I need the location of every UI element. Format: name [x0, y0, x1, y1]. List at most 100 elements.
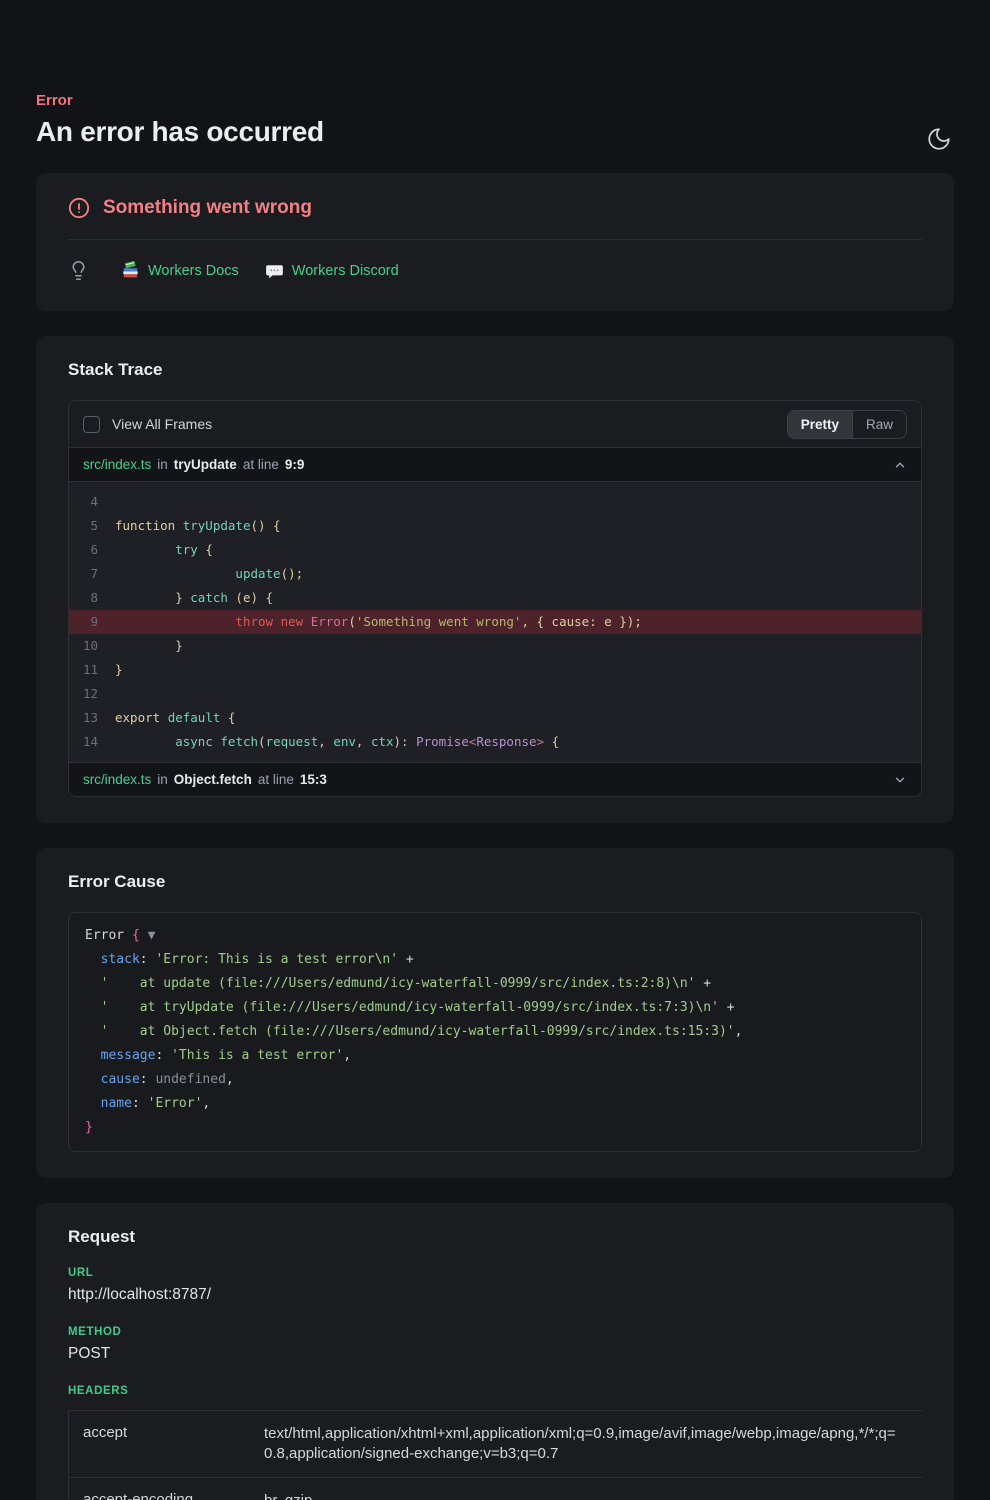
view-all-frames-control[interactable]: View All Frames [83, 416, 212, 433]
code-text: } catch (e) { [115, 586, 273, 610]
error-cause-line-9: } [85, 1116, 905, 1140]
code-token: { [544, 734, 559, 749]
code-text: function tryUpdate() { [115, 514, 281, 538]
code-text: export default { [115, 706, 235, 730]
collapse-triangle-icon[interactable]: ▼ [140, 928, 156, 943]
error-page-content: Error An error has occurred Something we… [0, 92, 990, 1500]
code-token: } [115, 590, 190, 605]
error-cause-line-1: Error { ▼ [85, 924, 905, 948]
code-token: export [115, 710, 168, 725]
divider [68, 239, 922, 240]
workers-docs-label: Workers Docs [148, 263, 239, 279]
error-cause-line-4: ' at tryUpdate (file:///Users/edmund/icy… [85, 996, 905, 1020]
code-line-8: 8 } catch (e) { [69, 586, 921, 610]
code-token: stack [85, 952, 140, 967]
frame-file: src/index.ts [83, 772, 151, 787]
frame-in-word: in [157, 457, 168, 472]
code-token: { [198, 542, 213, 557]
code-token [303, 614, 311, 629]
header-row: accepttext/html,application/xhtml+xml,ap… [69, 1411, 922, 1478]
line-number: 14 [69, 730, 115, 754]
error-cause-line-7: cause: undefined, [85, 1068, 905, 1092]
code-block: 45function tryUpdate() {6 try {7 update(… [69, 482, 921, 762]
code-token: Response [476, 734, 536, 749]
headers-table: accepttext/html,application/xhtml+xml,ap… [68, 1410, 922, 1500]
code-token: } [115, 662, 123, 677]
lightbulb-icon [68, 260, 89, 281]
error-cause-line-6: message: 'This is a test error', [85, 1044, 905, 1068]
code-text: try { [115, 538, 213, 562]
workers-docs-link[interactable]: Workers Docs [121, 261, 239, 280]
frame-at-words: at line [243, 457, 279, 472]
code-token: ): [394, 734, 417, 749]
raw-button[interactable]: Raw [852, 411, 906, 438]
line-number: 13 [69, 706, 115, 730]
line-number: 10 [69, 634, 115, 658]
chevron-up-icon [893, 458, 907, 472]
error-cause-panel: Error Cause Error { ▼ stack: 'Error: Thi… [36, 848, 954, 1178]
code-token: message [85, 1048, 155, 1063]
speech-balloon-icon [265, 261, 284, 280]
view-all-frames-checkbox[interactable] [83, 416, 100, 433]
line-number: 9 [69, 610, 115, 634]
alert-circle-icon [68, 197, 90, 219]
header-name: accept [69, 1411, 254, 1477]
alert-panel: Something went wrong [36, 173, 954, 311]
theme-toggle-button[interactable] [926, 126, 952, 152]
request-heading: Request [68, 1227, 922, 1247]
frame-line: 9:9 [285, 457, 305, 472]
line-number: 4 [69, 490, 115, 514]
code-text: update(); [115, 562, 303, 586]
code-text: } [115, 658, 123, 682]
code-token: ( [348, 614, 356, 629]
code-token: { [220, 710, 235, 725]
header-value: text/html,application/xhtml+xml,applicat… [254, 1411, 922, 1477]
frame-line: 15:3 [300, 772, 327, 787]
frame-at-words: at line [258, 772, 294, 787]
stack-toolbar: View All Frames Pretty Raw [69, 401, 921, 447]
code-token: Error [311, 614, 349, 629]
chevron-down-icon [893, 773, 907, 787]
frame-in-word: in [157, 772, 168, 787]
header-value: br, gzip [254, 1478, 922, 1500]
error-cause-line-5: ' at Object.fetch (file:///Users/edmund/… [85, 1020, 905, 1044]
request-panel: Request URL http://localhost:8787/ METHO… [36, 1203, 954, 1500]
stack-frame-header-2[interactable]: src/index.ts in Object.fetch at line 15:… [69, 762, 921, 796]
pretty-button[interactable]: Pretty [788, 411, 852, 438]
code-token [115, 566, 235, 581]
method-value: POST [68, 1345, 922, 1363]
error-cause-line-2: stack: 'Error: This is a test error\n' + [85, 948, 905, 972]
code-token: } [115, 638, 183, 653]
code-token: + [695, 976, 711, 991]
code-token: Error [85, 928, 124, 943]
code-token: fetch [220, 734, 258, 749]
url-label: URL [68, 1267, 922, 1279]
code-token: function [115, 518, 183, 533]
code-token: : [140, 952, 156, 967]
workers-discord-link[interactable]: Workers Discord [265, 261, 399, 280]
frame-function: tryUpdate [174, 457, 237, 472]
line-number: 5 [69, 514, 115, 538]
code-text: async fetch(request, env, ctx): Promise<… [115, 730, 559, 754]
code-token: + [719, 1000, 735, 1015]
code-token [273, 614, 281, 629]
code-line-10: 10 } [69, 634, 921, 658]
stack-trace-panel: Stack Trace View All Frames Pretty Raw s… [36, 336, 954, 823]
code-token: ' at tryUpdate (file:///Users/edmund/icy… [85, 1000, 719, 1015]
stack-frame-header-1[interactable]: src/index.ts in tryUpdate at line 9:9 [69, 447, 921, 482]
code-token: undefined [155, 1072, 225, 1087]
url-value: http://localhost:8787/ [68, 1286, 922, 1304]
code-token: ctx [371, 734, 394, 749]
code-token: 'Something went wrong' [356, 614, 522, 629]
code-token: catch [190, 590, 228, 605]
error-cause-box: Error { ▼ stack: 'Error: This is a test … [68, 912, 922, 1152]
code-line-4: 4 [69, 490, 921, 514]
code-token: ' at Object.fetch (file:///Users/edmund/… [85, 1024, 735, 1039]
code-token: 'This is a test error' [171, 1048, 343, 1063]
error-kicker: Error [36, 92, 954, 109]
code-token: , [202, 1096, 210, 1111]
moon-icon [926, 126, 952, 152]
workers-discord-label: Workers Discord [292, 263, 399, 279]
code-token: : [155, 1048, 171, 1063]
page-title: An error has occurred [36, 116, 954, 148]
